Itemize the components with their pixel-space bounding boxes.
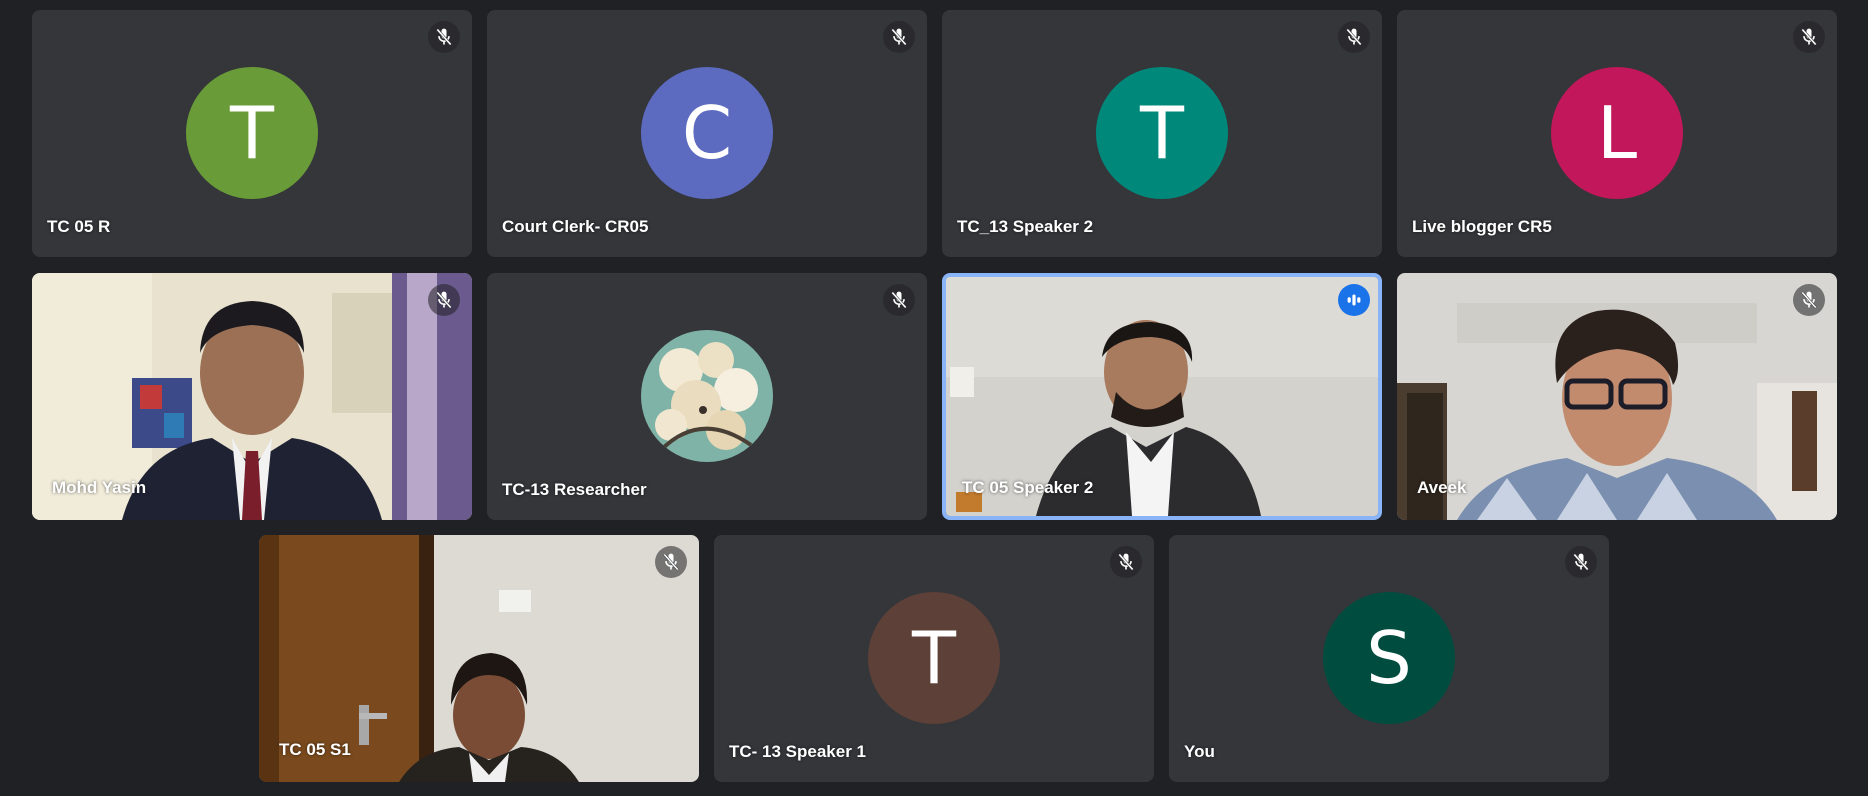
participant-tile-court-clerk[interactable]: C Court Clerk- CR05 bbox=[487, 10, 927, 257]
participant-tile-tc05r[interactable]: T TC 05 R bbox=[32, 10, 472, 257]
avatar: T bbox=[1096, 67, 1228, 199]
participant-tile-tc13-speaker1[interactable]: T TC- 13 Speaker 1 bbox=[714, 535, 1154, 782]
participant-name: Aveek bbox=[1417, 478, 1467, 497]
participant-tile-tc13-speaker2[interactable]: T TC_13 Speaker 2 bbox=[942, 10, 1382, 257]
participant-tile-mohd-yasin[interactable]: Mohd Yasin bbox=[32, 273, 472, 520]
participant-tile-you[interactable]: S You bbox=[1169, 535, 1609, 782]
mic-off-icon bbox=[1110, 546, 1142, 578]
mic-off-icon bbox=[1565, 546, 1597, 578]
participant-name: Live blogger CR5 bbox=[1412, 217, 1552, 236]
avatar: L bbox=[1551, 67, 1683, 199]
mic-off-icon bbox=[428, 284, 460, 316]
participant-tile-tc05-speaker2[interactable]: TC 05 Speaker 2 bbox=[942, 273, 1382, 520]
participant-name: TC 05 S1 bbox=[279, 740, 351, 759]
speaking-indicator-icon bbox=[1338, 284, 1370, 316]
mic-off-icon bbox=[1793, 21, 1825, 53]
participant-tile-live-blogger[interactable]: L Live blogger CR5 bbox=[1397, 10, 1837, 257]
mic-off-icon bbox=[883, 284, 915, 316]
participant-name: TC- 13 Speaker 1 bbox=[729, 742, 867, 761]
participant-name: Court Clerk- CR05 bbox=[502, 217, 649, 236]
participant-name: Mohd Yasin bbox=[52, 478, 147, 497]
participant-name: TC 05 R bbox=[47, 217, 111, 236]
participant-name: TC-13 Researcher bbox=[502, 480, 647, 499]
participant-name: You bbox=[1184, 742, 1215, 761]
mic-off-icon bbox=[428, 21, 460, 53]
avatar: T bbox=[868, 592, 1000, 724]
participant-name: TC 05 Speaker 2 bbox=[962, 478, 1094, 497]
avatar: T bbox=[186, 67, 318, 199]
mic-off-icon bbox=[883, 21, 915, 53]
participant-tile-tc13-researcher[interactable]: TC-13 Researcher bbox=[487, 273, 927, 520]
participant-name: TC_13 Speaker 2 bbox=[957, 217, 1094, 236]
profile-photo-avatar bbox=[641, 330, 773, 462]
mic-off-icon bbox=[655, 546, 687, 578]
participant-tile-tc05-s1[interactable]: TC 05 S1 bbox=[259, 535, 699, 782]
participant-tile-aveek[interactable]: Aveek bbox=[1397, 273, 1837, 520]
mic-off-icon bbox=[1793, 284, 1825, 316]
avatar: S bbox=[1323, 592, 1455, 724]
mic-off-icon bbox=[1338, 21, 1370, 53]
avatar: C bbox=[641, 67, 773, 199]
